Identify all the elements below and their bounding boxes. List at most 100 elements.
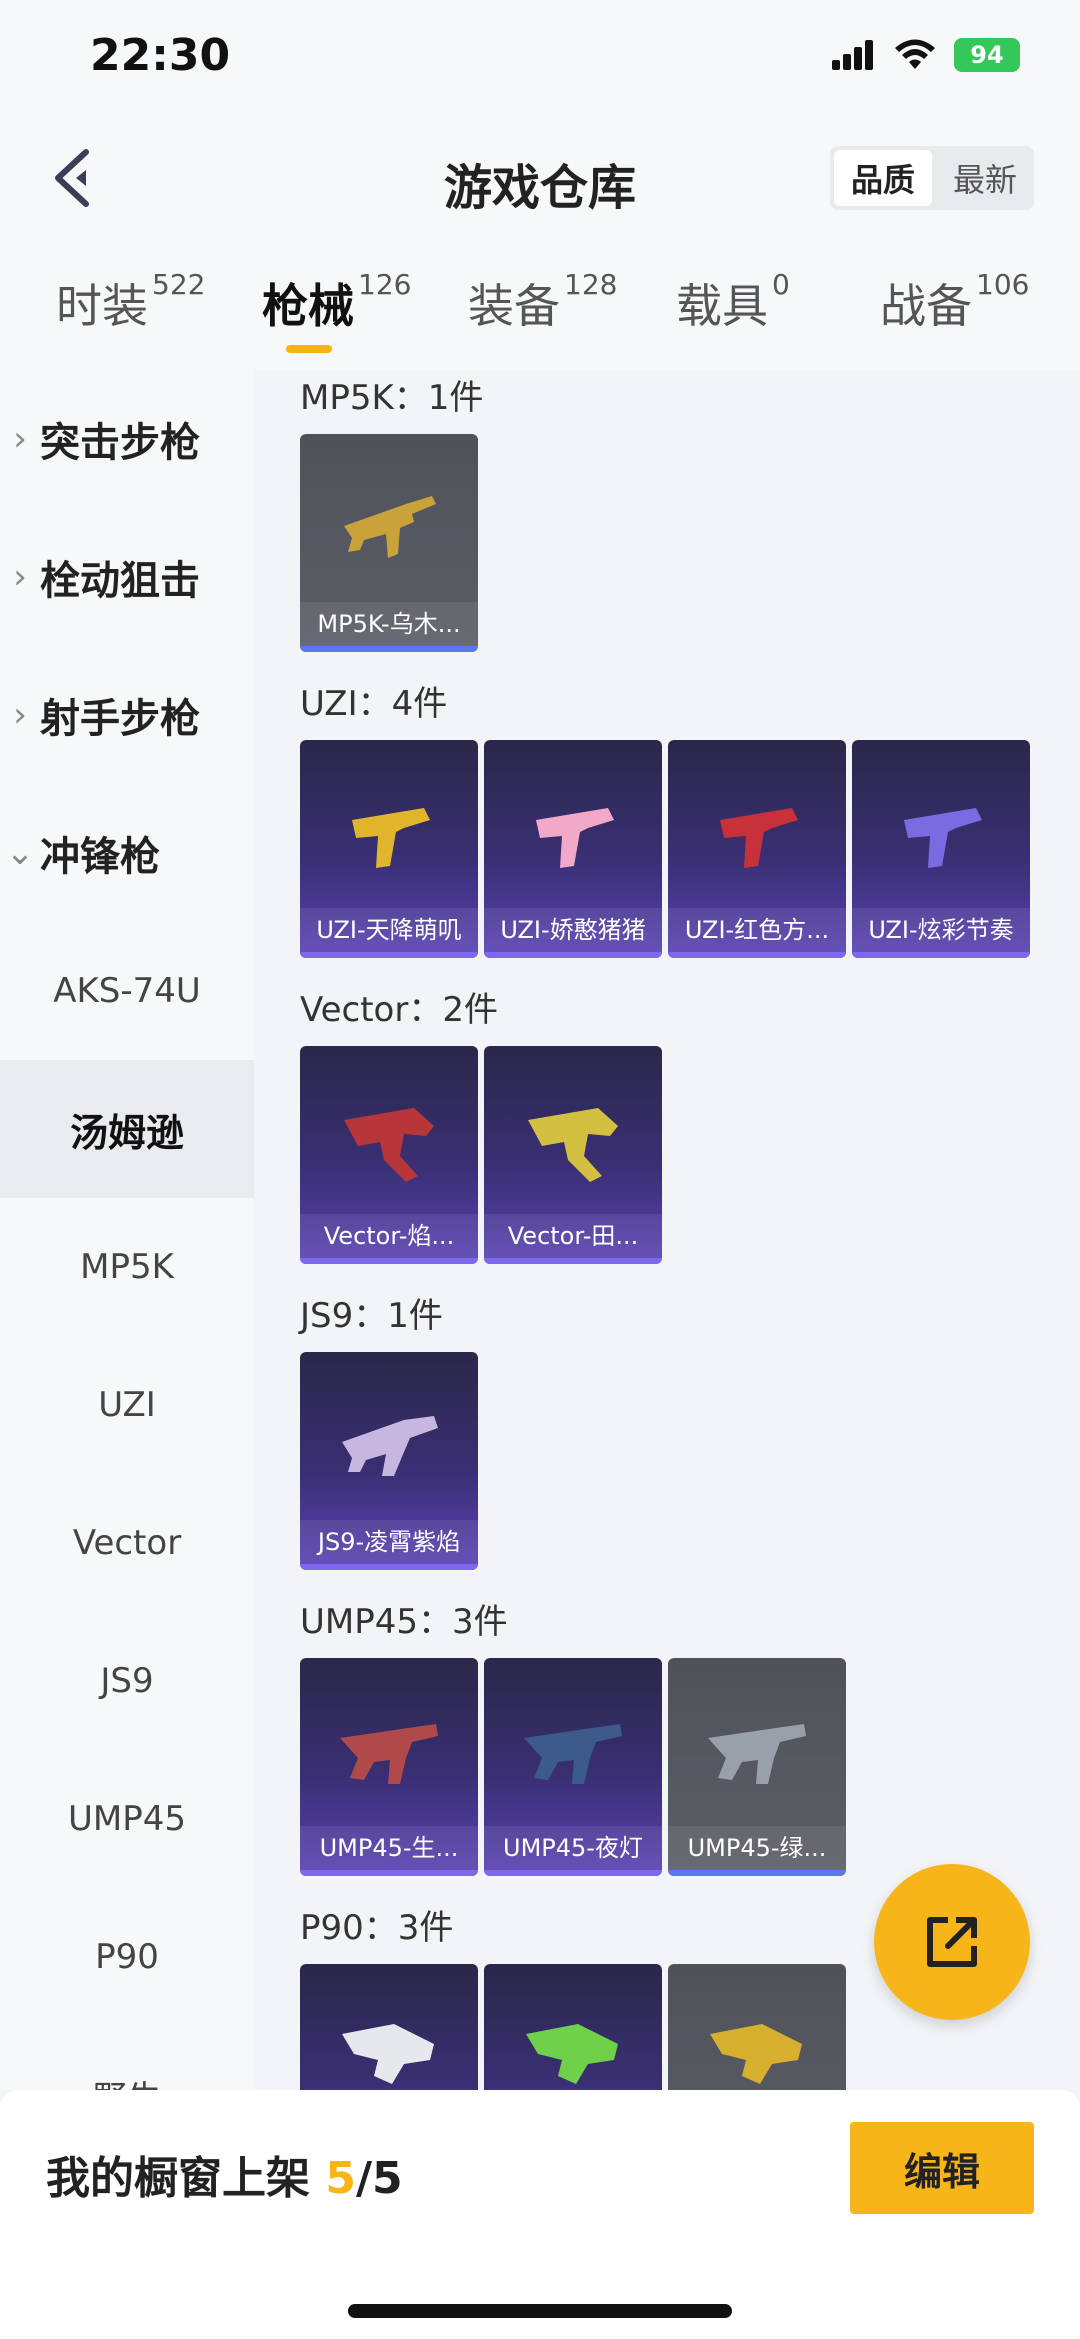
gun-icon bbox=[528, 1108, 618, 1182]
sort-quality-button[interactable]: 品质 bbox=[834, 150, 932, 206]
item-card[interactable] bbox=[484, 1964, 662, 2090]
gun-icon bbox=[342, 1416, 438, 1476]
sort-newest-button[interactable]: 最新 bbox=[936, 146, 1034, 210]
item-card[interactable]: JS9-凌霄紫焰 bbox=[300, 1352, 478, 1570]
tab-count: 126 bbox=[358, 268, 412, 301]
showcase-label: 我的橱窗上架 bbox=[46, 2153, 326, 2204]
item-name: UMP45-夜灯 bbox=[484, 1826, 662, 1870]
item-card[interactable]: UZI-天降萌叽 bbox=[300, 740, 478, 958]
sidebar-sub-ump45[interactable]: UMP45 bbox=[0, 1750, 254, 1888]
item-card[interactable]: UZI-红色方... bbox=[668, 740, 846, 958]
edit-button[interactable]: 编辑 bbox=[850, 2122, 1034, 2214]
group-title-vector: Vector：2件 bbox=[300, 990, 498, 1030]
rarity-bar bbox=[668, 1870, 846, 1876]
external-link-icon bbox=[927, 1917, 977, 1967]
item-name: UZI-娇憨猪猪 bbox=[484, 908, 662, 952]
item-card[interactable] bbox=[300, 1964, 478, 2090]
sidebar-item-label: 射手步枪 bbox=[40, 696, 200, 742]
rarity-bar bbox=[300, 952, 478, 958]
item-card[interactable]: MP5K-乌木... bbox=[300, 434, 478, 652]
tab-costume[interactable]: 时装 522 bbox=[56, 268, 206, 336]
item-name: UZI-红色方... bbox=[668, 908, 846, 952]
share-button[interactable] bbox=[874, 1864, 1030, 2020]
chevron-down-icon: ⌄ bbox=[5, 833, 35, 873]
gun-icon bbox=[344, 1108, 434, 1182]
tab-label: 载具 bbox=[676, 279, 768, 333]
rarity-bar bbox=[484, 1258, 662, 1264]
category-tabs: 时装 522 枪械 126 装备 128 载具 0 战备 106 bbox=[0, 240, 1080, 370]
sidebar-item-bolt-sniper[interactable]: › 栓动狙击 bbox=[0, 508, 254, 646]
status-bar: 22:30 94 bbox=[0, 0, 1080, 120]
tab-equipment[interactable]: 装备 128 bbox=[468, 268, 618, 336]
tab-label: 时装 bbox=[56, 279, 148, 333]
tab-count: 128 bbox=[564, 268, 618, 301]
rarity-bar bbox=[668, 952, 846, 958]
tab-label: 战备 bbox=[880, 279, 972, 333]
sidebar-sub-vector[interactable]: Vector bbox=[0, 1474, 254, 1612]
status-icons: 94 bbox=[832, 38, 1020, 72]
chevron-right-icon: › bbox=[13, 695, 27, 735]
sidebar-sub-p90[interactable]: P90 bbox=[0, 1888, 254, 2026]
sidebar-item-marksman-rifle[interactable]: › 射手步枪 bbox=[0, 646, 254, 784]
gun-icon bbox=[352, 808, 430, 868]
status-time: 22:30 bbox=[90, 30, 231, 81]
chevron-right-icon: › bbox=[13, 419, 27, 459]
group-title-js9: JS9：1件 bbox=[300, 1296, 443, 1336]
sidebar-sub-thompson[interactable]: 汤姆逊 bbox=[0, 1060, 254, 1198]
sidebar-sub-aks74u[interactable]: AKS-74U bbox=[0, 922, 254, 1060]
gun-icon bbox=[904, 808, 982, 868]
sidebar-sub-uzi[interactable]: UZI bbox=[0, 1336, 254, 1474]
item-name: UMP45-生... bbox=[300, 1826, 478, 1870]
item-name: JS9-凌霄紫焰 bbox=[300, 1520, 478, 1564]
item-card[interactable]: Vector-田... bbox=[484, 1046, 662, 1264]
item-card[interactable]: UMP45-绿... bbox=[668, 1658, 846, 1876]
showcase-count: 我的橱窗上架 5/5 bbox=[46, 2142, 403, 2206]
wifi-icon bbox=[895, 39, 935, 69]
tab-count: 0 bbox=[772, 268, 790, 301]
rarity-bar bbox=[852, 952, 1030, 958]
showcase-bar: 我的橱窗上架 5/5 编辑 bbox=[0, 2090, 1080, 2339]
group-title-ump45: UMP45：3件 bbox=[300, 1602, 508, 1642]
item-card[interactable]: UMP45-夜灯 bbox=[484, 1658, 662, 1876]
sort-toggle: 品质 最新 bbox=[830, 146, 1034, 210]
item-name: UZI-天降萌叽 bbox=[300, 908, 478, 952]
item-card[interactable]: Vector-焰... bbox=[300, 1046, 478, 1264]
item-name: Vector-田... bbox=[484, 1214, 662, 1258]
weapon-grid: MP5K：1件 MP5K-乌木... UZI：4件 UZI-天降萌叽 UZI-娇… bbox=[254, 370, 1080, 2090]
item-card[interactable]: UMP45-生... bbox=[300, 1658, 478, 1876]
home-indicator bbox=[348, 2304, 732, 2318]
gun-icon bbox=[720, 808, 798, 868]
gun-icon bbox=[526, 2024, 618, 2084]
gun-icon bbox=[710, 2024, 802, 2084]
tab-vehicles[interactable]: 载具 0 bbox=[676, 268, 790, 336]
rarity-bar bbox=[300, 1870, 478, 1876]
item-card[interactable]: UZI-娇憨猪猪 bbox=[484, 740, 662, 958]
tab-firearms[interactable]: 枪械 126 bbox=[262, 268, 412, 336]
cellular-signal-icon bbox=[832, 40, 876, 70]
gun-icon bbox=[340, 1724, 438, 1784]
tab-tactical-gear[interactable]: 战备 106 bbox=[880, 268, 1030, 336]
item-name: Vector-焰... bbox=[300, 1214, 478, 1258]
battery-icon: 94 bbox=[954, 38, 1020, 72]
gun-icon bbox=[344, 496, 436, 558]
item-card[interactable]: UZI-炫彩节奏 bbox=[852, 740, 1030, 958]
weapon-type-sidebar: › 突击步枪 › 栓动狙击 › 射手步枪 ⌄ 冲锋枪 AKS-74U 汤姆逊 M… bbox=[0, 370, 254, 2090]
item-card[interactable] bbox=[668, 1964, 846, 2090]
item-name: UMP45-绿... bbox=[668, 1826, 846, 1870]
sidebar-sub-js9[interactable]: JS9 bbox=[0, 1612, 254, 1750]
item-name: UZI-炫彩节奏 bbox=[852, 908, 1030, 952]
tab-count: 522 bbox=[152, 268, 206, 301]
sidebar-item-assault-rifle[interactable]: › 突击步枪 bbox=[0, 370, 254, 508]
rarity-bar bbox=[300, 646, 478, 652]
sidebar-item-smg[interactable]: ⌄ 冲锋枪 bbox=[0, 784, 254, 922]
gun-icon bbox=[342, 2024, 434, 2084]
sidebar-sub-bison[interactable]: 野牛 bbox=[0, 2026, 254, 2091]
showcase-current: 5 bbox=[325, 2153, 356, 2204]
tab-label: 装备 bbox=[468, 279, 560, 333]
showcase-total: /5 bbox=[355, 2153, 403, 2204]
tab-count: 106 bbox=[976, 268, 1030, 301]
sidebar-item-label: 栓动狙击 bbox=[40, 558, 200, 604]
rarity-bar bbox=[484, 1870, 662, 1876]
gun-icon bbox=[536, 808, 614, 868]
sidebar-sub-mp5k[interactable]: MP5K bbox=[0, 1198, 254, 1336]
